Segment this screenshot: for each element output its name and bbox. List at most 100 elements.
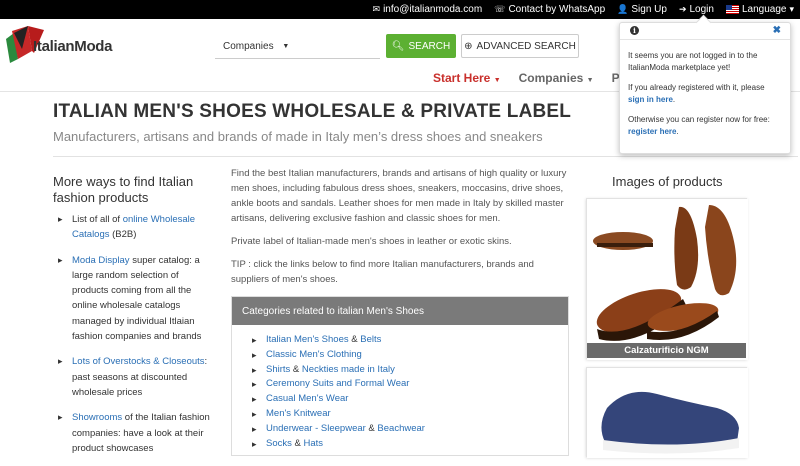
separator: & <box>290 363 302 375</box>
popup-body: It seems you are not logged in to the It… <box>620 40 790 137</box>
list-item: Underwear - Sleepwear & Beachwear <box>252 422 568 437</box>
left-heading: More ways to find Italian fashion produc… <box>53 174 194 205</box>
language-text: Language <box>741 4 787 15</box>
nav-companies[interactable]: Companies ▼ <box>519 71 594 85</box>
intro-paragraph-1: Find the best Italian manufacturers, bra… <box>231 168 567 224</box>
category-link[interactable]: Hats <box>304 438 324 449</box>
popup-line-3: Otherwise you can register now for free:… <box>628 114 781 137</box>
advanced-search-button[interactable]: ⊕ ADVANCED SEARCH <box>461 34 579 58</box>
intro-paragraph-2: Private label of Italian-made men's shoe… <box>231 236 512 247</box>
caret-down-icon: ▼ <box>586 77 594 84</box>
popup-text: . <box>676 126 679 136</box>
list-item: Moda Display super catalog: a large rand… <box>58 253 216 345</box>
category-link[interactable]: Neckties made in Italy <box>302 364 395 375</box>
email-text: info@italianmoda.com <box>383 4 483 15</box>
popup-line-1: It seems you are not logged in to the It… <box>628 51 758 72</box>
popup-text: Otherwise you can register now for free: <box>628 115 770 124</box>
item-text: (B2B) <box>109 229 137 241</box>
list-item: Showrooms of the Italian fashion compani… <box>58 410 216 456</box>
category-link[interactable]: Beachwear <box>377 423 425 434</box>
whatsapp-text: Contact by WhatsApp <box>508 4 606 15</box>
product-card[interactable]: Calzaturificio NGM <box>586 198 748 360</box>
page-subtitle: Manufacturers, artisans and brands of ma… <box>53 129 543 144</box>
list-item: Socks & Hats <box>252 437 568 452</box>
login-link[interactable]: ➔ Login <box>679 4 714 15</box>
page-title: ITALIAN MEN'S SHOES WHOLESALE & PRIVATE … <box>53 101 572 122</box>
category-link[interactable]: Shirts <box>266 364 290 375</box>
nav-start-label: Start Here <box>433 71 491 85</box>
category-link[interactable]: Socks <box>266 438 292 449</box>
category-link[interactable]: Belts <box>360 334 381 345</box>
nav-companies-label: Companies <box>518 71 584 85</box>
overstocks-link[interactable]: Lots of Overstocks & Closeouts <box>72 356 205 367</box>
logo-text: ItalianModa <box>33 38 113 55</box>
list-item: Ceremony Suits and Formal Wear <box>252 377 568 392</box>
category-link[interactable]: Casual Men's Wear <box>266 393 348 404</box>
category-link[interactable]: Underwear - Sleepwear <box>266 423 366 434</box>
search-icon: 🔍︎ <box>391 40 405 52</box>
item-text: List of all of <box>72 214 123 225</box>
login-text: Login <box>689 4 714 15</box>
images-heading: Images of products <box>612 174 723 189</box>
list-item: Classic Men's Clothing <box>252 348 568 363</box>
intro-text: Find the best Italian manufacturers, bra… <box>231 166 567 295</box>
search-category-value: Companies <box>223 41 274 52</box>
search-button-label: SEARCH <box>408 40 451 52</box>
sign-in-link[interactable]: sign in here <box>628 95 673 104</box>
language-dropdown[interactable]: Language ▾ <box>725 4 794 15</box>
search-category-select[interactable]: Companies ▼ <box>215 35 380 59</box>
blue-sneaker-image <box>587 368 748 458</box>
popup-line-2: If you already registered with it, pleas… <box>628 82 781 105</box>
list-item: Italian Men's Shoes & Belts <box>252 333 568 348</box>
product-card[interactable] <box>586 367 748 458</box>
moda-display-link[interactable]: Moda Display <box>72 255 130 266</box>
popup-header: i ✖ <box>620 23 790 40</box>
search-plus-icon: ⊕ <box>464 40 473 52</box>
list-item: Shirts & Neckties made in Italy <box>252 363 568 378</box>
separator: & <box>348 334 361 345</box>
register-link[interactable]: register here <box>628 127 676 136</box>
categories-heading: Categories related to italian Men's Shoe… <box>232 297 568 325</box>
list-item: Casual Men's Wear <box>252 392 568 407</box>
popup-text: . <box>672 94 676 104</box>
categories-list: Italian Men's Shoes & Belts Classic Men'… <box>232 325 568 451</box>
advanced-search-label: ADVANCED SEARCH <box>476 40 576 52</box>
close-icon[interactable]: ✖ <box>773 25 781 37</box>
popup-text: If you already registered with it, pleas… <box>628 83 765 92</box>
showrooms-link[interactable]: Showrooms <box>72 412 122 423</box>
separator: & <box>291 437 304 449</box>
separator: & <box>365 422 378 434</box>
us-flag-icon <box>725 5 739 14</box>
product-caption: Calzaturificio NGM <box>587 343 746 358</box>
user-plus-icon: 👤 <box>617 4 629 14</box>
category-link[interactable]: Ceremony Suits and Formal Wear <box>266 378 409 389</box>
left-links-list: List of all of online Wholesale Catalogs… <box>58 212 216 466</box>
item-text: super catalog: a large random selection … <box>72 254 202 343</box>
sign-in-icon: ➔ <box>678 4 687 14</box>
brown-shoes-image <box>587 199 748 360</box>
list-item: List of all of online Wholesale Catalogs… <box>58 212 216 243</box>
category-link[interactable]: Classic Men's Clothing <box>266 349 362 360</box>
caret-down-icon: ▼ <box>282 42 290 50</box>
login-popup: i ✖ It seems you are not logged in to th… <box>619 22 791 154</box>
info-icon: i <box>630 26 639 35</box>
categories-panel: Categories related to italian Men's Shoe… <box>231 296 569 456</box>
category-link[interactable]: Men's Knitwear <box>266 408 331 419</box>
divider <box>53 156 798 157</box>
top-bar: ✉ info@italianmoda.com ☏ Contact by What… <box>0 0 800 19</box>
signup-link[interactable]: 👤 Sign Up <box>617 4 667 15</box>
whatsapp-icon: ☏ <box>494 4 506 14</box>
caret-down-icon: ▾ <box>789 4 794 14</box>
list-item: Lots of Overstocks & Closeouts: past sea… <box>58 354 216 400</box>
caret-down-icon: ▼ <box>493 77 501 84</box>
envelope-icon: ✉ <box>372 4 381 14</box>
site-logo[interactable]: ItalianModa <box>4 21 154 67</box>
list-item: Men's Knitwear <box>252 407 568 422</box>
tip-paragraph: TIP : click the links below to find more… <box>231 259 534 285</box>
search-button[interactable]: 🔍︎ SEARCH <box>386 34 456 58</box>
nav-start-here[interactable]: Start Here ▼ <box>433 71 501 85</box>
email-link[interactable]: ✉ info@italianmoda.com <box>373 4 483 15</box>
signup-text: Sign Up <box>631 4 667 15</box>
whatsapp-link[interactable]: ☏ Contact by WhatsApp <box>494 4 605 15</box>
category-link[interactable]: Italian Men's Shoes <box>266 334 349 345</box>
